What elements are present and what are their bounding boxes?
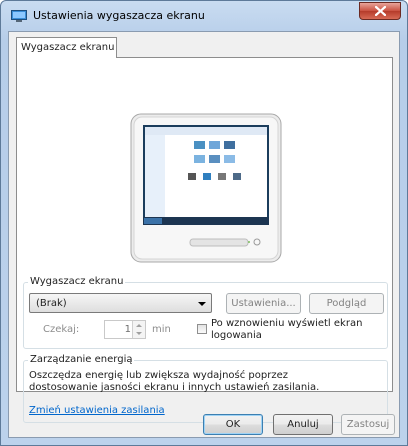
tab-label: Wygaszacz ekranu (21, 42, 115, 53)
title-bar[interactable]: Ustawienia wygaszacza ekranu (1, 1, 407, 31)
screensaver-group-title: Wygaszacz ekranu (28, 276, 126, 287)
power-group-title: Zarządzanie energią (28, 354, 135, 365)
dialog-client-area: Wygaszacz ekranu Wygaszacz ekranu (Brak)… (8, 31, 400, 438)
wait-label: Czekaj: (43, 324, 80, 335)
power-description: Oszczędza energię lub zwiększa wydajność… (29, 370, 320, 393)
settings-button[interactable]: Ustawienia... (226, 293, 301, 314)
wait-minutes-value: 1 (124, 324, 131, 335)
change-power-settings-link[interactable]: Zmień ustawienia zasilania (29, 405, 165, 416)
preview-button[interactable]: Podgląd (309, 293, 384, 314)
screensaver-select-value: (Brak) (36, 298, 67, 309)
window-title: Ustawienia wygaszacza ekranu (33, 9, 205, 22)
stepper-arrows-icon[interactable] (132, 321, 145, 338)
resume-logon-checkbox[interactable] (197, 324, 207, 334)
wait-unit-label: min (152, 324, 171, 335)
chevron-down-icon (198, 302, 206, 306)
wait-minutes-stepper[interactable]: 1 (104, 320, 146, 339)
apply-button[interactable]: Zastosuj (341, 414, 395, 435)
close-icon (375, 6, 386, 16)
tab-panel: Wygaszacz ekranu (Brak) Ustawienia... Po… (16, 57, 393, 423)
close-button[interactable] (359, 2, 401, 20)
screensaver-monitor-icon (11, 10, 27, 22)
tab-screensaver[interactable]: Wygaszacz ekranu (16, 37, 117, 58)
ok-button[interactable]: OK (203, 414, 263, 435)
cancel-button[interactable]: Anuluj (273, 414, 333, 435)
screensaver-select[interactable]: (Brak) (29, 293, 212, 313)
resume-logon-label: Po wznowieniu wyświetl ekran logowania (211, 318, 363, 341)
dialog-window: Ustawienia wygaszacza ekranu Wygaszacz e… (0, 0, 408, 446)
monitor-preview (130, 113, 282, 263)
